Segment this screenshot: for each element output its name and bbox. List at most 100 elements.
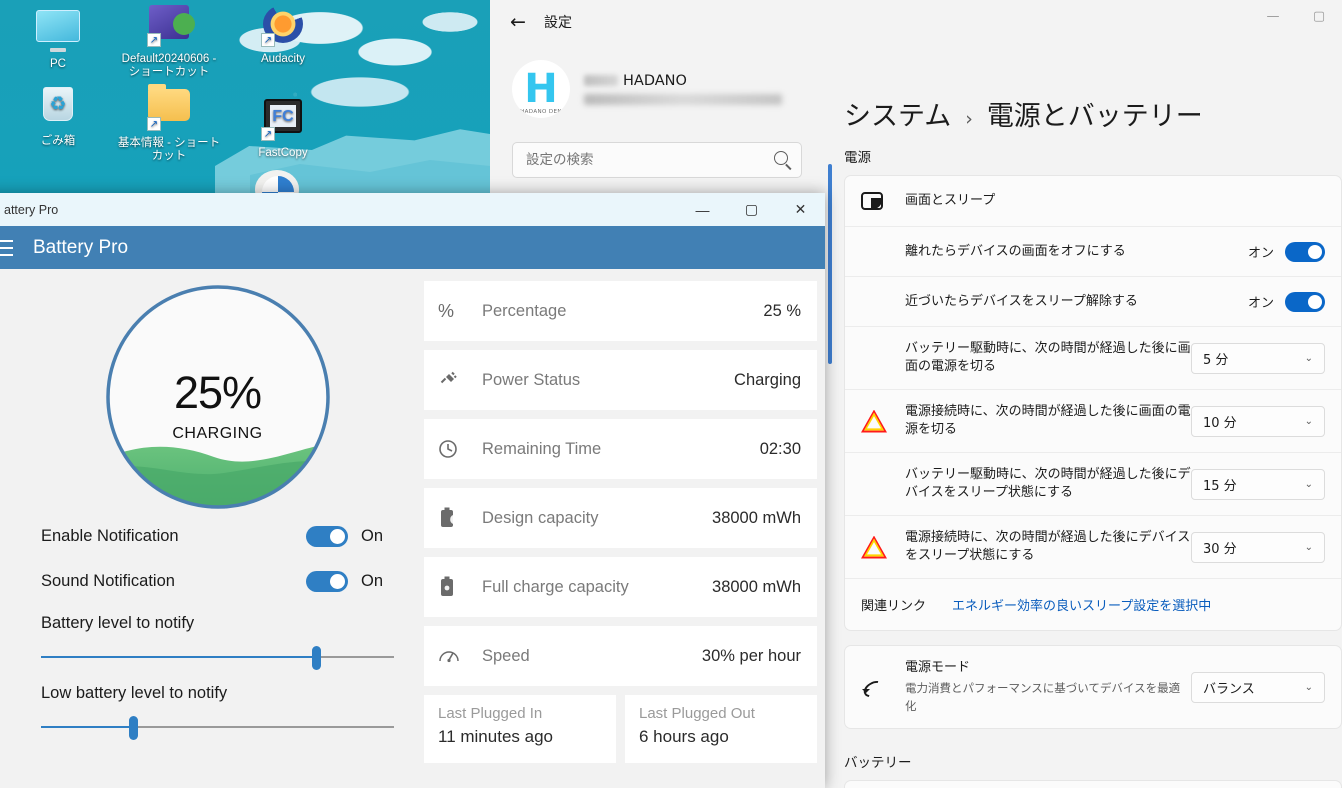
slider-thumb[interactable] xyxy=(312,646,321,670)
stat-power-status: Power Status Charging xyxy=(424,350,817,410)
chevron-down-icon: ⌄ xyxy=(1305,479,1313,490)
settings-titlebar: ← 設定 — ▢ xyxy=(490,0,1342,44)
desktop-icon-label: PC xyxy=(12,58,104,71)
related-link-sleep-settings[interactable]: エネルギー効率の良いスリープ設定を選択中 xyxy=(952,595,1211,614)
stat-full-charge-capacity: Full charge capacity 38000 mWh xyxy=(424,557,817,617)
row-label: 画面とスリープ xyxy=(905,192,1325,210)
settings-content-pane: システム › 電源とバッテリー 電源 画面とスリープ 離れたらデバイスの画面をオ… xyxy=(828,44,1342,788)
redacted-email xyxy=(584,94,782,105)
stat-label: Remaining Time xyxy=(482,440,760,459)
combo-power-mode[interactable]: バランス ⌄ xyxy=(1191,672,1325,703)
toggle-state-label: オン xyxy=(1248,242,1274,261)
row-turn-off-screen-when-away[interactable]: 離れたらデバイスの画面をオフにする オン xyxy=(845,226,1341,276)
row-label: バッテリー駆動時に、次の時間が経過した後に画面の電源を切る xyxy=(905,340,1191,376)
row-screen-and-sleep[interactable]: 画面とスリープ xyxy=(845,176,1341,226)
back-button[interactable]: ← xyxy=(498,6,538,38)
settings-window-title: 設定 xyxy=(544,12,572,32)
battery-design-icon xyxy=(438,507,482,529)
stat-value: Charging xyxy=(734,371,801,390)
speed-gauge-icon xyxy=(438,647,482,665)
combo-screen-off-plugged-in[interactable]: 10 分 ⌄ xyxy=(1191,406,1325,437)
warning-icon xyxy=(861,536,905,559)
row-sleep-plugged-in[interactable]: 電源接続時に、次の時間が経過した後にデバイスをスリープ状態にする 30 分 ⌄ xyxy=(845,515,1341,578)
battery-pro-left-pane: 25% CHARGING Enable Notification On Soun… xyxy=(0,277,418,788)
stat-speed: Speed 30% per hour xyxy=(424,626,817,686)
row-label: 電源接続時に、次の時間が経過した後に画面の電源を切る xyxy=(905,403,1191,439)
user-account[interactable]: HHADANO DEN HADANO xyxy=(512,60,808,118)
battery-card xyxy=(844,780,1342,788)
hamburger-icon[interactable] xyxy=(0,226,33,269)
window-controls: — ▢ ✕ xyxy=(678,193,825,226)
toggle-sound-notification[interactable] xyxy=(306,571,348,592)
power-mode-subtitle: 電力消費とパフォーマンスに基づいてデバイスを最適化 xyxy=(905,679,1191,715)
power-mode-title: 電源モード xyxy=(905,660,970,675)
desktop-icon-label: 基本情報 - ショートカット xyxy=(115,137,223,163)
stat-value: 25 % xyxy=(763,302,801,321)
close-button[interactable]: ✕ xyxy=(776,193,825,226)
settings-search[interactable] xyxy=(512,142,808,178)
breadcrumb-root[interactable]: システム xyxy=(844,94,951,133)
combo-sleep-on-battery[interactable]: 15 分 ⌄ xyxy=(1191,469,1325,500)
desktop-icon-label: FastCopy xyxy=(237,147,329,160)
plug-icon xyxy=(438,370,482,390)
plugged-cards: Last Plugged In 11 minutes ago Last Plug… xyxy=(424,695,817,763)
row-label: 近づいたらデバイスをスリープ解除する xyxy=(905,293,1248,311)
row-wake-on-approach[interactable]: 近づいたらデバイスをスリープ解除する オン xyxy=(845,276,1341,326)
card-title: Last Plugged In xyxy=(438,705,602,722)
maximize-button[interactable]: ▢ xyxy=(727,193,776,226)
related-links-row: 関連リンク エネルギー効率の良いスリープ設定を選択中 xyxy=(845,578,1341,630)
clock-icon xyxy=(438,439,482,459)
minimize-button[interactable]: — xyxy=(678,193,727,226)
combo-value: 30 分 xyxy=(1203,538,1237,557)
toggle-enable-notification[interactable] xyxy=(306,526,348,547)
option-sound-notification: Sound Notification On xyxy=(41,562,394,601)
card-title: Last Plugged Out xyxy=(639,705,803,722)
slider-thumb[interactable] xyxy=(129,716,138,740)
section-header-power: 電源 xyxy=(834,133,1342,175)
card-last-plugged-in: Last Plugged In 11 minutes ago xyxy=(424,695,616,763)
row-screen-off-plugged-in[interactable]: 電源接続時に、次の時間が経過した後に画面の電源を切る 10 分 ⌄ xyxy=(845,389,1341,452)
combo-value: バランス xyxy=(1203,678,1255,697)
warning-icon xyxy=(861,410,905,433)
stat-label: Speed xyxy=(482,647,702,666)
stat-percentage: % Percentage 25 % xyxy=(424,281,817,341)
desktop-icon-recycle-bin[interactable]: ごみ箱 xyxy=(12,84,104,148)
row-sleep-on-battery[interactable]: バッテリー駆動時に、次の時間が経過した後にデバイスをスリープ状態にする 15 分… xyxy=(845,452,1341,515)
row-label: 電源接続時に、次の時間が経過した後にデバイスをスリープ状態にする xyxy=(905,529,1191,565)
minimize-button[interactable]: — xyxy=(1250,0,1296,32)
toggle-away-screen-off[interactable] xyxy=(1285,242,1325,262)
chevron-down-icon: ⌄ xyxy=(1305,542,1313,553)
battery-pro-window-title: attery Pro xyxy=(4,203,58,217)
toggle-state-label: オン xyxy=(1248,292,1274,311)
power-mode-card: 電源モード 電力消費とパフォーマンスに基づいてデバイスを最適化 バランス ⌄ xyxy=(844,645,1342,729)
chevron-down-icon: ⌄ xyxy=(1305,682,1313,693)
row-screen-off-on-battery[interactable]: バッテリー駆動時に、次の時間が経過した後に画面の電源を切る 5 分 ⌄ xyxy=(845,326,1341,389)
desktop-icon-pc[interactable]: PC xyxy=(12,6,104,71)
content-scrollbar[interactable] xyxy=(828,164,832,364)
power-mode-icon xyxy=(861,678,905,696)
combo-value: 5 分 xyxy=(1203,349,1228,368)
search-input[interactable] xyxy=(512,142,802,178)
slider-fill xyxy=(41,726,133,728)
desktop-icon-default-shortcut[interactable]: ↗ Default20240606 - ショートカット xyxy=(115,2,223,79)
desktop-icon-audacity[interactable]: ↗ Audacity xyxy=(237,2,329,66)
breadcrumb-separator: › xyxy=(965,108,973,130)
recycle-bin-icon xyxy=(34,87,82,131)
gauge-state: CHARGING xyxy=(104,425,332,443)
toggle-wake-on-approach[interactable] xyxy=(1285,292,1325,312)
combo-sleep-plugged-in[interactable]: 30 分 ⌄ xyxy=(1191,532,1325,563)
desktop-icon-fastcopy[interactable]: ↗ FastCopy xyxy=(237,94,329,160)
toggle-state-label: On xyxy=(348,572,394,591)
desktop-icon-label: ごみ箱 xyxy=(12,135,104,148)
battery-gauge: 25% CHARGING xyxy=(104,283,332,511)
desktop-icon-basic-info-shortcut[interactable]: ↗ 基本情報 - ショートカット xyxy=(115,84,223,163)
row-label: 離れたらデバイスの画面をオフにする xyxy=(905,243,1248,261)
row-power-mode[interactable]: 電源モード 電力消費とパフォーマンスに基づいてデバイスを最適化 バランス ⌄ xyxy=(845,646,1341,728)
avatar: HHADANO DEN xyxy=(512,60,570,118)
card-value: 6 hours ago xyxy=(639,727,803,747)
combo-screen-off-on-battery[interactable]: 5 分 ⌄ xyxy=(1191,343,1325,374)
slider-battery-level-to-notify[interactable] xyxy=(41,645,394,671)
slider-low-battery-level-to-notify[interactable] xyxy=(41,715,394,741)
gauge-percent: 25% xyxy=(104,367,332,419)
maximize-button[interactable]: ▢ xyxy=(1296,0,1342,32)
